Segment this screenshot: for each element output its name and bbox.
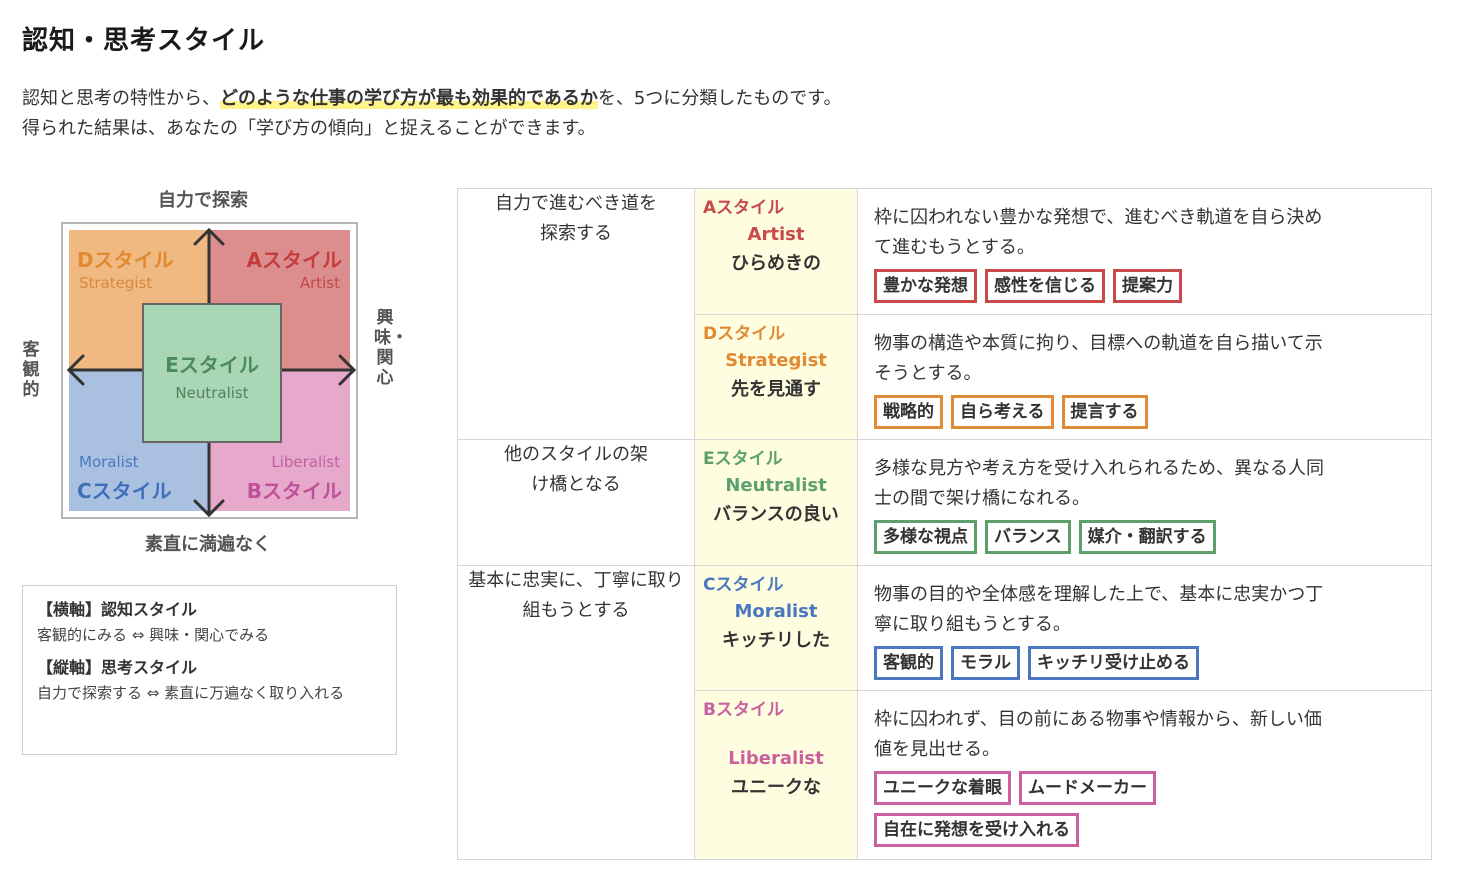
tag: ムードメーカー [1019,771,1156,805]
style-description: 枠に囚われず、目の前にある物事や情報から、新しい価値を見出せる。 [874,709,1322,760]
style-cell: Aスタイル Artist ひらめきの [694,188,858,315]
group-cell: 基本に忠実に、丁寧に取り組もうとする [457,565,695,860]
style-description: 枠に囚われない豊かな発想で、進むべき軌道を自ら決めて進むもうとする。 [874,207,1323,258]
style-table: 自力で進むべき道を探索する Aスタイル Artist ひらめきの 枠に囚われない… [457,188,1432,860]
style-japanese: バランスの良い [713,504,839,525]
tag: 提案力 [1113,269,1182,303]
tag: 戦略的 [874,395,943,429]
style-english: Strategist [725,350,827,371]
tag: 多様な視点 [874,520,977,554]
style-name: Bスタイル [703,700,784,720]
table-row: 他のスタイルの架け橋となる Eスタイル Neutralist バランスの良い 多… [457,439,1432,566]
tag-list: 戦略的 自ら考える 提言する [874,395,1415,437]
style-description: 物事の構造や本質に拘り、目標への軌道を自ら描いて示そうとする。 [874,333,1323,384]
group-label: 他のスタイルの架け橋となる [504,444,648,495]
tag: 客観的 [874,646,943,680]
style-english: Liberalist [728,748,824,769]
tag: 自在に発想を受け入れる [874,813,1079,847]
axis-right-label: 興味・関心 [374,308,408,388]
quadrant-e-title: Eスタイル [165,353,259,377]
style-japanese: 先を見通す [731,379,821,400]
style-japanese: ひらめきの [731,253,821,274]
group-cell: 自力で進むべき道を探索する [457,188,695,440]
tag: キッチリ受け止める [1028,646,1199,680]
style-japanese: ユニークな [731,777,821,798]
desc-cell: 枠に囚われない豊かな発想で、進むべき軌道を自ら決めて進むもうとする。 豊かな発想… [857,188,1432,315]
tag: モラル [951,646,1020,680]
quadrant-e: Eスタイル Neutralist [142,303,282,443]
table-row: 自力で進むべき道を探索する Aスタイル Artist ひらめきの 枠に囚われない… [457,188,1432,440]
tag: 感性を信じる [985,269,1105,303]
axis-top-label: 自力で探索 [158,190,248,211]
intro-line2: 得られた結果は、あなたの「学び方の傾向」と捉えることができます。 [22,118,596,139]
style-diagram: 自力で探索 客観的 興味・関心 素直に満遍なく Dスタイル Strategist… [18,180,409,560]
vertical-axis-title: 【縦軸】思考スタイル [37,658,198,677]
diagram-frame: Dスタイル Strategist Aスタイル Artist Moralist C… [61,222,358,519]
tag-list: ユニークな着眼 ムードメーカー自在に発想を受け入れる [874,771,1415,855]
vertical-axis-desc: 自力で探索する ⇔ 素直に万遍なく取り入れる [37,684,345,702]
table-row: 基本に忠実に、丁寧に取り組もうとする Cスタイル Moralist キッチリした… [457,565,1432,860]
style-cell: Dスタイル Strategist 先を見通す [694,314,858,440]
style-english: Moralist [734,601,818,622]
style-description: 物事の目的や全体感を理解した上で、基本に忠実かつ丁寧に取り組もうとする。 [874,584,1324,635]
style-description: 多様な見方や考え方を受け入れられるため、異なる人同士の間で架け橋になれる。 [874,458,1324,509]
style-cell: Cスタイル Moralist キッチリした [694,565,858,691]
axis-explanation-box: 【横軸】認知スタイル 客観的にみる ⇔ 興味・関心でみる 【縦軸】思考スタイル … [22,585,397,755]
horizontal-axis-title: 【横軸】認知スタイル [37,600,198,619]
style-cell: Eスタイル Neutralist バランスの良い [694,439,858,566]
horizontal-axis-desc: 客観的にみる ⇔ 興味・関心でみる [37,626,270,644]
quadrant-e-sub: Neutralist [175,384,249,402]
tag: バランス [985,520,1071,554]
intro-text: 認知と思考の特性から、どのような仕事の学び方が最も効果的であるかを、5つに分類し… [22,84,841,144]
intro-highlight: どのような仕事の学び方が最も効果的であるか [220,88,598,109]
axis-bottom-label: 素直に満遍なく [145,534,271,555]
desc-cell: 物事の目的や全体感を理解した上で、基本に忠実かつ丁寧に取り組もうとする。 客観的… [857,565,1432,691]
intro-post: を、5つに分類したものです。 [597,88,842,109]
tag-list: 豊かな発想 感性を信じる 提案力 [874,269,1415,311]
style-english: Artist [747,224,805,245]
style-japanese: キッチリした [722,630,830,651]
group-label: 自力で進むべき道を探索する [495,193,657,244]
desc-cell: 枠に囚われず、目の前にある物事や情報から、新しい価値を見出せる。 ユニークな着眼… [857,690,1432,860]
intro-pre: 認知と思考の特性から、 [22,88,220,109]
tag: 提言する [1061,395,1148,429]
axis-left-label: 客観的 [22,340,40,400]
group-cell: 他のスタイルの架け橋となる [457,439,695,566]
style-english: Neutralist [725,475,827,496]
tag: ユニークな着眼 [874,771,1011,805]
tag-list: 多様な視点 バランス 媒介・翻訳する [874,520,1415,562]
tag: 媒介・翻訳する [1078,520,1216,554]
style-name: Cスタイル [703,575,784,595]
tag: 豊かな発想 [874,269,977,303]
page-title: 認知・思考スタイル [22,26,266,56]
style-name: Dスタイル [703,324,786,344]
group-label: 基本に忠実に、丁寧に取り組もうとする [468,570,684,621]
style-name: Eスタイル [703,449,783,469]
tag: 自ら考える [951,395,1054,429]
style-name: Aスタイル [703,198,785,218]
desc-cell: 物事の構造や本質に拘り、目標への軌道を自ら描いて示そうとする。 戦略的 自ら考える… [857,314,1432,440]
desc-cell: 多様な見方や考え方を受け入れられるため、異なる人同士の間で架け橋になれる。 多様… [857,439,1432,566]
style-cell: Bスタイル Liberalist ユニークな [694,690,858,860]
tag-list: 客観的 モラル キッチリ受け止める [874,646,1415,688]
